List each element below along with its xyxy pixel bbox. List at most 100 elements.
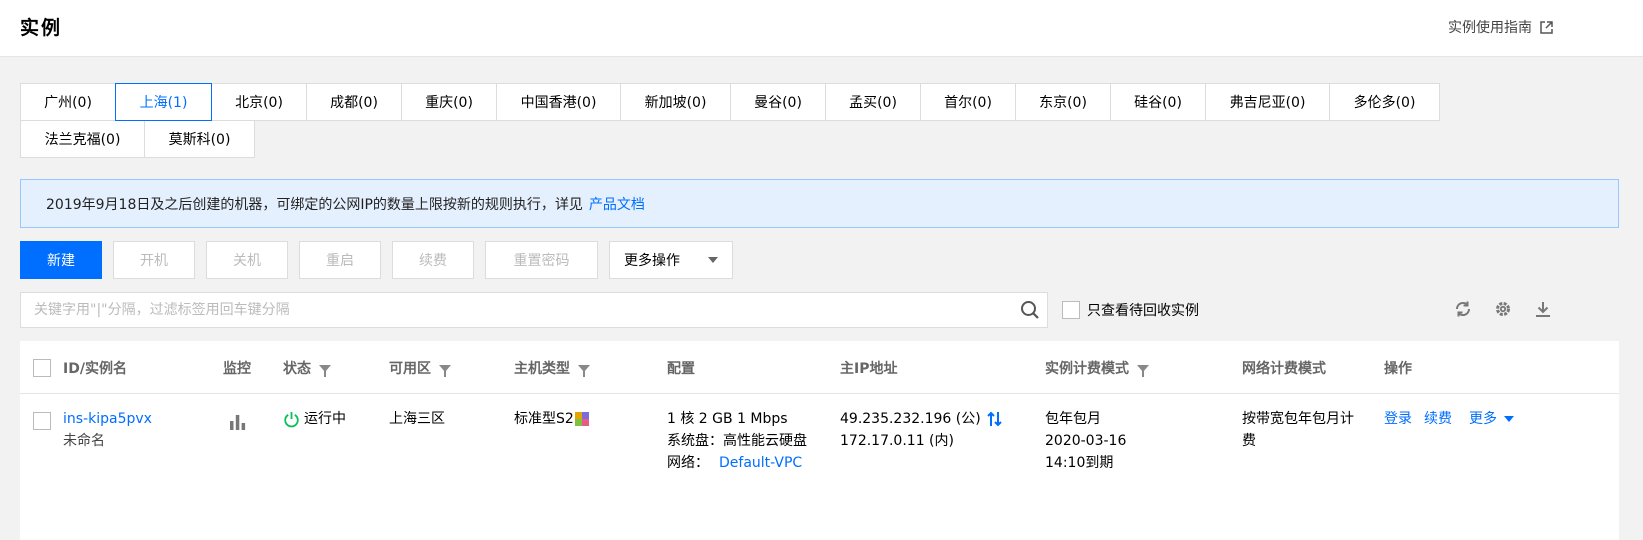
- page-title: 实例: [20, 17, 63, 39]
- header-network-billing-label: 网络计费模式: [1242, 361, 1326, 377]
- header-status-label: 状态: [283, 361, 311, 377]
- region-tabs: 广州(0) 上海(1) 北京(0) 成都(0) 重庆(0) 中国香港(0) 新加…: [20, 83, 1508, 158]
- product-docs-link[interactable]: 产品文档: [589, 194, 645, 214]
- ops-cell: 登录 续费 更多: [1384, 408, 1514, 430]
- header-zone[interactable]: 可用区: [389, 358, 451, 378]
- renew-link[interactable]: 续费: [1424, 408, 1452, 430]
- header-monitor-label: 监控: [223, 361, 251, 377]
- status-text: 运行中: [304, 411, 346, 427]
- header-ip-label: 主IP地址: [840, 361, 898, 377]
- region-tab-chongqing[interactable]: 重庆(0): [401, 83, 497, 121]
- search-input[interactable]: [34, 302, 1013, 318]
- header-status[interactable]: 状态: [283, 358, 331, 378]
- region-tab-singapore[interactable]: 新加坡(0): [620, 83, 731, 121]
- select-all-checkbox[interactable]: [33, 359, 51, 377]
- region-tab-shanghai[interactable]: 上海(1): [115, 83, 212, 121]
- region-tab-silicon-valley[interactable]: 硅谷(0): [1110, 83, 1206, 121]
- recycle-filter[interactable]: 只查看待回收实例: [1062, 300, 1199, 320]
- zone-cell: 上海三区: [389, 411, 445, 427]
- more-actions-label: 更多操作: [624, 253, 680, 269]
- gear-icon[interactable]: [1493, 299, 1513, 319]
- table-tools: [1453, 299, 1553, 319]
- region-tab-tokyo[interactable]: 东京(0): [1015, 83, 1111, 121]
- notice-text: 2019年9月18日及之后创建的机器，可绑定的公网IP的数量上限按新的规则执行，…: [46, 196, 583, 213]
- instance-cell: ins-kipa5pvx 未命名: [63, 408, 152, 452]
- recycle-filter-label: 只查看待回收实例: [1087, 303, 1199, 319]
- public-ip-text: 49.235.232.196 (公): [840, 411, 981, 427]
- region-tab-hongkong[interactable]: 中国香港(0): [496, 83, 621, 121]
- type-text: 标准型S2: [514, 411, 574, 427]
- instance-name: 未命名: [63, 433, 105, 449]
- header-type-label: 主机类型: [514, 361, 570, 377]
- reset-password-button[interactable]: 重置密码: [485, 241, 598, 279]
- shutdown-button[interactable]: 关机: [206, 241, 288, 279]
- network-label: 网络：: [667, 455, 709, 471]
- network-billing-cell: 按带宽包年包月计 费: [1242, 408, 1368, 452]
- guide-link-label: 实例使用指南: [1448, 20, 1532, 36]
- search-box: [20, 292, 1048, 328]
- power-icon: [284, 411, 299, 427]
- region-row: 广州(0) 上海(1) 北京(0) 成都(0) 重庆(0) 中国香港(0) 新加…: [20, 83, 1508, 121]
- billing-expire: 14:10到期: [1045, 455, 1114, 471]
- download-icon[interactable]: [1533, 299, 1553, 319]
- restart-button[interactable]: 重启: [299, 241, 381, 279]
- header-config: 配置: [667, 358, 695, 378]
- renew-button[interactable]: 续费: [392, 241, 474, 279]
- region-tab-mumbai[interactable]: 孟买(0): [825, 83, 921, 121]
- region-tab-frankfurt[interactable]: 法兰克福(0): [20, 120, 145, 158]
- instance-id-link[interactable]: ins-kipa5pvx: [63, 408, 152, 430]
- refresh-icon[interactable]: [1453, 299, 1473, 319]
- header-ops: 操作: [1384, 358, 1412, 378]
- header-ip: 主IP地址: [840, 358, 897, 378]
- header-id-label: ID/实例名: [63, 361, 127, 377]
- header-billing[interactable]: 实例计费模式: [1045, 358, 1149, 378]
- private-ip: 172.17.0.11 (内): [840, 433, 954, 449]
- region-tab-toronto[interactable]: 多伦多(0): [1329, 83, 1440, 121]
- config-disk: 系统盘：高性能云硬盘: [667, 433, 807, 449]
- header-network-billing: 网络计费模式: [1242, 358, 1326, 378]
- header-ops-label: 操作: [1384, 361, 1412, 377]
- billing-cell: 包年包月 2020-03-16 14:10到期: [1045, 408, 1126, 474]
- region-tab-moscow[interactable]: 莫斯科(0): [144, 120, 255, 158]
- login-link[interactable]: 登录: [1384, 408, 1412, 430]
- region-tab-chengdu[interactable]: 成都(0): [306, 83, 402, 121]
- status-cell: 运行中: [283, 408, 346, 430]
- config-cell: 1 核 2 GB 1 Mbps 系统盘：高性能云硬盘 网络： Default-VP…: [667, 408, 807, 474]
- row-checkbox[interactable]: [33, 412, 51, 430]
- more-actions-dropdown[interactable]: 更多操作: [609, 241, 733, 279]
- billing-mode: 包年包月: [1045, 411, 1101, 427]
- filter-icon[interactable]: [439, 364, 451, 377]
- new-button[interactable]: 新建: [20, 241, 102, 279]
- more-link[interactable]: 更多: [1469, 408, 1497, 430]
- instance-type-badge-icon: [574, 412, 589, 426]
- recycle-checkbox[interactable]: [1062, 301, 1080, 319]
- region-tab-seoul[interactable]: 首尔(0): [920, 83, 1016, 121]
- page-header: 实例 实例使用指南: [0, 0, 1643, 57]
- table-row: ins-kipa5pvx 未命名 运行中 上海三区 标准型S2 1 核 2 GB…: [20, 394, 1619, 539]
- filter-icon[interactable]: [578, 364, 590, 377]
- region-row: 法兰克福(0) 莫斯科(0): [20, 120, 1508, 158]
- header-zone-label: 可用区: [389, 361, 431, 377]
- swap-ip-icon[interactable]: [987, 411, 1002, 427]
- guide-link[interactable]: 实例使用指南: [1448, 17, 1553, 37]
- toolbar: 新建 开机 关机 重启 续费 重置密码 更多操作: [20, 241, 733, 279]
- chevron-down-icon[interactable]: [1504, 416, 1514, 422]
- external-link-icon: [1540, 20, 1553, 34]
- header-type[interactable]: 主机类型: [514, 358, 590, 378]
- search-icon[interactable]: [1013, 293, 1047, 327]
- filter-icon[interactable]: [319, 364, 331, 377]
- filter-icon[interactable]: [1137, 364, 1149, 377]
- vpc-link[interactable]: Default-VPC: [719, 455, 802, 471]
- region-tab-virginia[interactable]: 弗吉尼亚(0): [1205, 83, 1330, 121]
- network-billing-line: 按带宽包年包月计: [1242, 411, 1354, 427]
- start-button[interactable]: 开机: [113, 241, 195, 279]
- region-tab-guangzhou[interactable]: 广州(0): [20, 83, 116, 121]
- region-tab-beijing[interactable]: 北京(0): [211, 83, 307, 121]
- instance-table: ID/实例名 监控 状态 可用区 主机类型 配置 主IP地址 实例计费模式 网络…: [20, 341, 1619, 540]
- monitor-icon[interactable]: [229, 414, 246, 437]
- region-tab-bangkok[interactable]: 曼谷(0): [730, 83, 826, 121]
- header-config-label: 配置: [667, 361, 695, 377]
- config-spec: 1 核 2 GB 1 Mbps: [667, 411, 788, 427]
- header-monitor: 监控: [223, 358, 251, 378]
- billing-date: 2020-03-16: [1045, 433, 1127, 449]
